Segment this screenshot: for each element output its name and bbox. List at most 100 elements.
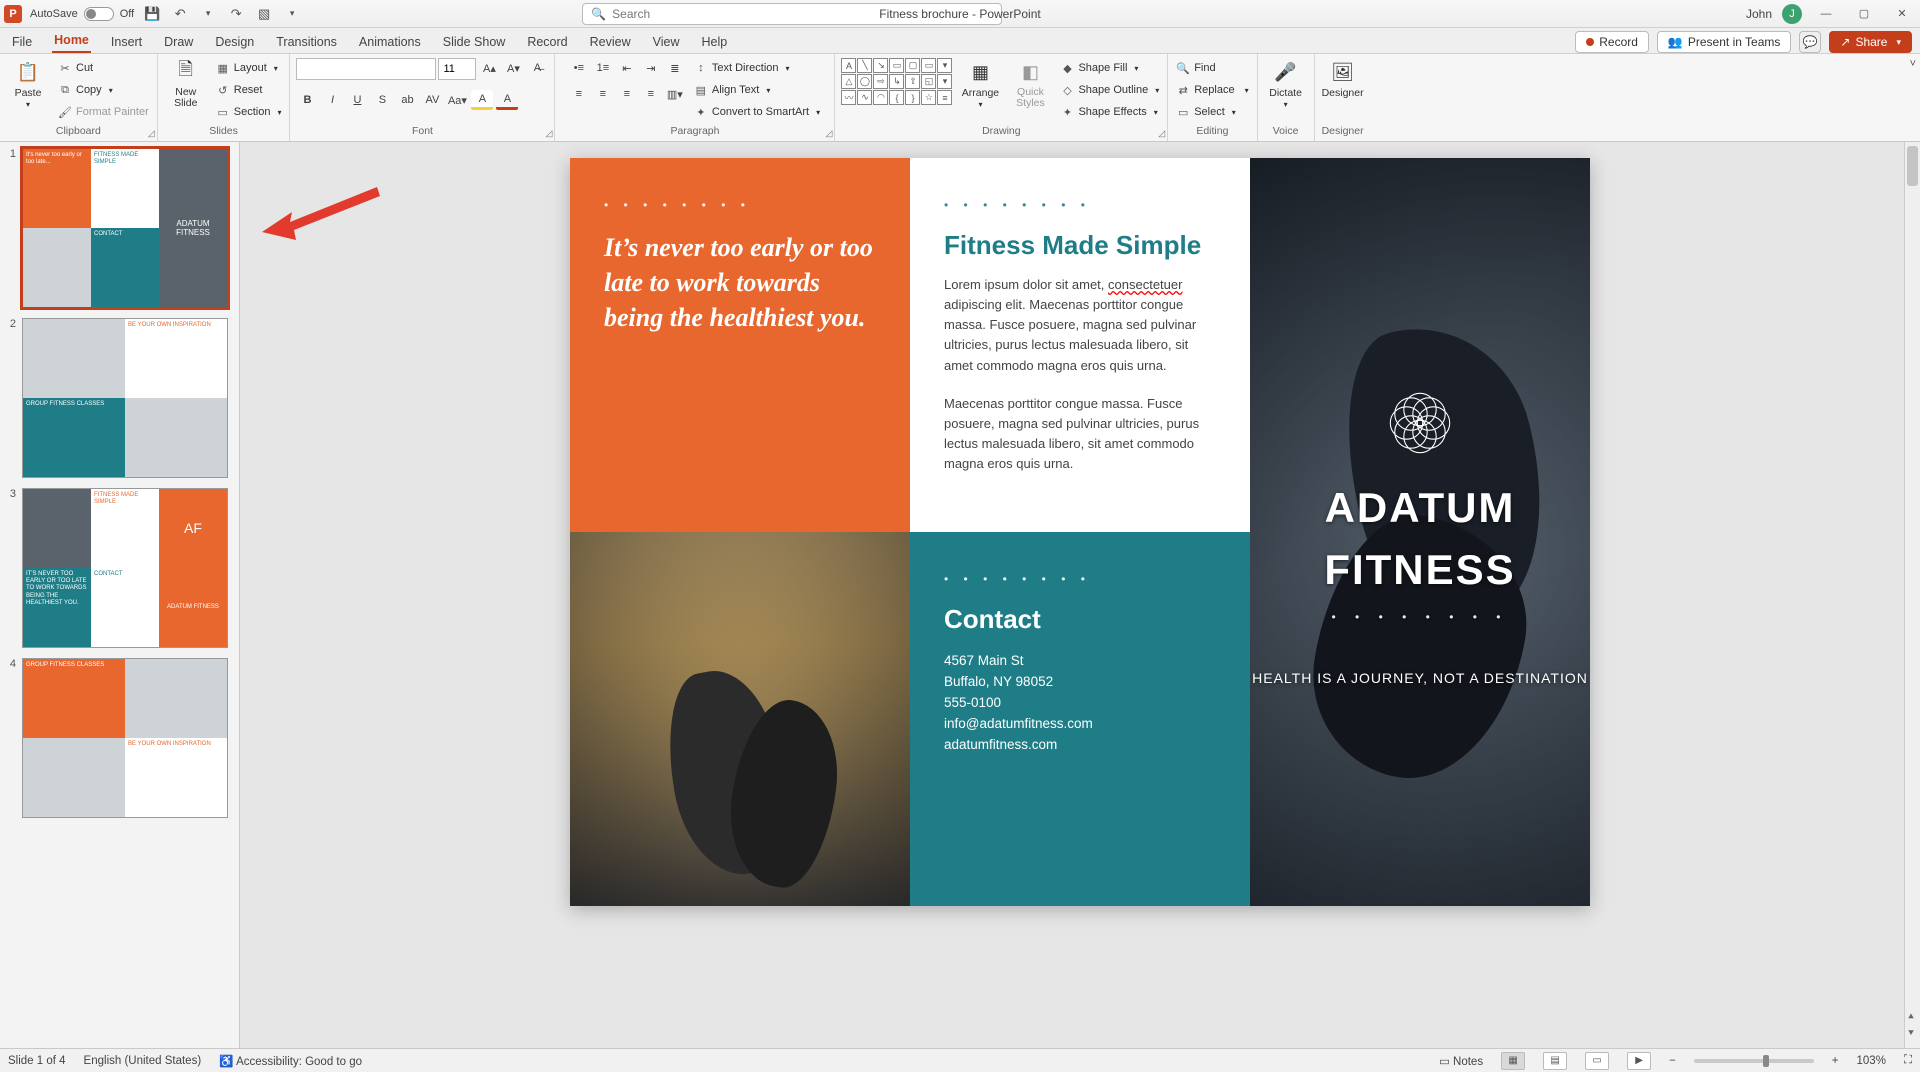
slide-thumbnail-2[interactable]: BE YOUR OWN INSPIRATION GROUP FITNESS CL… — [22, 318, 228, 478]
chevron-down-icon[interactable]: ▾ — [816, 108, 820, 117]
chevron-down-icon[interactable]: ▾ — [1896, 37, 1901, 48]
select-button[interactable]: ▭Select▾ — [1174, 102, 1250, 122]
tab-review[interactable]: Review — [588, 31, 633, 53]
slide-thumbnail-4[interactable]: GROUP FITNESS CLASSES BE YOUR OWN INSPIR… — [22, 658, 228, 818]
dialog-launcher-icon[interactable]: ◿ — [148, 128, 155, 139]
paste-button[interactable]: 📋 Paste ▾ — [6, 58, 50, 109]
minimize-icon[interactable]: — — [1812, 4, 1840, 24]
chevron-down-icon[interactable]: ▾ — [1232, 108, 1236, 117]
decrease-indent-button[interactable]: ⇤ — [616, 58, 638, 78]
comments-button[interactable]: 💬 — [1799, 31, 1821, 53]
dictate-button[interactable]: 🎤Dictate▾ — [1264, 58, 1308, 109]
chevron-down-icon[interactable]: ▾ — [1245, 86, 1249, 95]
font-color-button[interactable]: A — [496, 90, 518, 110]
present-in-teams-button[interactable]: 👥Present in Teams — [1657, 31, 1791, 53]
increase-indent-button[interactable]: ⇥ — [640, 58, 662, 78]
chevron-down-icon[interactable]: ▾ — [1154, 108, 1158, 117]
chevron-down-icon[interactable]: ▾ — [26, 100, 30, 109]
copy-button[interactable]: ⧉Copy▾ — [56, 80, 151, 100]
notes-button[interactable]: ▭ Notes — [1439, 1054, 1483, 1068]
shape-outline-button[interactable]: ◇Shape Outline▾ — [1058, 80, 1161, 100]
shape-more2-icon[interactable]: ▾ — [937, 74, 952, 89]
tab-animations[interactable]: Animations — [357, 31, 423, 53]
shape-more1-icon[interactable]: ▾ — [937, 58, 952, 73]
align-text-button[interactable]: ▤Align Text▾ — [692, 80, 822, 100]
redo-icon[interactable]: ↷ — [226, 4, 246, 24]
strikethrough-button[interactable]: ab — [396, 90, 418, 110]
char-spacing-button[interactable]: AV — [421, 90, 443, 110]
panel-orange-quote[interactable]: • • • • • • • • It’s never too early or … — [570, 158, 910, 532]
zoom-out-button[interactable]: − — [1669, 1055, 1676, 1067]
slide-thumbnail-1[interactable]: It's never too early or too late... FITN… — [22, 148, 228, 308]
shape-brace-l-icon[interactable]: { — [889, 90, 904, 105]
align-center-button[interactable]: ≡ — [592, 84, 614, 104]
shape-freeform-icon[interactable]: ∿ — [857, 90, 872, 105]
collapse-ribbon-icon[interactable]: ˅ — [1910, 58, 1916, 70]
increase-font-icon[interactable]: A▴ — [478, 58, 500, 78]
dialog-launcher-icon[interactable]: ◿ — [1158, 128, 1165, 139]
autosave-toggle[interactable]: AutoSave Off — [30, 7, 134, 21]
spelling-error-word[interactable]: consectetuer — [1108, 277, 1182, 292]
zoom-in-button[interactable]: + — [1832, 1055, 1839, 1067]
chevron-down-icon[interactable]: ▾ — [1284, 100, 1288, 109]
font-size-combo[interactable]: 11 — [438, 58, 476, 80]
decrease-font-icon[interactable]: A▾ — [502, 58, 524, 78]
chevron-down-icon[interactable]: ▾ — [277, 108, 281, 117]
vertical-scrollbar[interactable]: ⯅ ⯆ — [1904, 142, 1920, 1048]
shape-star-icon[interactable]: ☆ — [921, 90, 936, 105]
fit-to-window-button[interactable]: ⛶ — [1904, 1054, 1912, 1067]
shape-callout-icon[interactable]: ◱ — [921, 74, 936, 89]
next-slide-icon[interactable]: ⯆ — [1904, 1028, 1918, 1042]
toggle-switch-icon[interactable] — [84, 7, 114, 21]
chevron-down-icon[interactable]: ▾ — [766, 86, 770, 95]
dialog-launcher-icon[interactable]: ◿ — [546, 128, 553, 139]
highlight-button[interactable]: A — [471, 90, 493, 110]
reading-view-button[interactable]: ▭ — [1585, 1052, 1609, 1070]
user-avatar[interactable]: J — [1782, 4, 1802, 24]
text-direction-button[interactable]: ↕Text Direction▾ — [692, 58, 822, 78]
search-box[interactable]: 🔍 Search — [582, 3, 1002, 25]
panel-contact[interactable]: • • • • • • • • Contact 4567 Main St Buf… — [910, 532, 1250, 906]
designer-button[interactable]: 🖼Designer — [1321, 58, 1365, 99]
bold-button[interactable]: B — [296, 90, 318, 110]
slide-canvas[interactable]: • • • • • • • • It’s never too early or … — [570, 158, 1590, 906]
start-slideshow-icon[interactable]: ▧ — [254, 4, 274, 24]
save-icon[interactable]: 💾 — [142, 4, 162, 24]
shape-arrow-r-icon[interactable]: ⇨ — [873, 74, 888, 89]
tab-file[interactable]: File — [10, 31, 34, 53]
shape-line-icon[interactable]: ╲ — [857, 58, 872, 73]
shape-arrow-bent-icon[interactable]: ↳ — [889, 74, 904, 89]
tab-transitions[interactable]: Transitions — [274, 31, 339, 53]
language-status[interactable]: English (United States) — [84, 1055, 202, 1067]
shape-more3-icon[interactable]: ≡ — [937, 90, 952, 105]
columns-button[interactable]: ▥▾ — [664, 84, 686, 104]
record-button[interactable]: Record — [1575, 31, 1649, 53]
normal-view-button[interactable]: ▦ — [1501, 1052, 1525, 1070]
chevron-down-icon[interactable]: ▾ — [978, 100, 982, 109]
tab-help[interactable]: Help — [699, 31, 729, 53]
tab-view[interactable]: View — [651, 31, 682, 53]
numbering-button[interactable]: 1≡ — [592, 58, 614, 78]
shape-fill-button[interactable]: ◆Shape Fill▾ — [1058, 58, 1161, 78]
shape-brace-r-icon[interactable]: } — [905, 90, 920, 105]
share-button[interactable]: ↗Share▾ — [1829, 31, 1912, 53]
shadow-button[interactable]: S — [371, 90, 393, 110]
line-spacing-button[interactable]: ≣ — [664, 58, 686, 78]
chevron-down-icon[interactable]: ▾ — [274, 64, 278, 73]
qat-customize-icon[interactable]: ▾ — [282, 4, 302, 24]
user-name[interactable]: John — [1746, 7, 1772, 21]
shape-roundrect-icon[interactable]: ▢ — [905, 58, 920, 73]
slide-counter[interactable]: Slide 1 of 4 — [8, 1055, 66, 1067]
tab-draw[interactable]: Draw — [162, 31, 195, 53]
panel-cover-photo[interactable]: ADATUM FITNESS • • • • • • • • HEALTH IS… — [1250, 158, 1590, 906]
shape-triangle-icon[interactable]: △ — [841, 74, 856, 89]
font-name-combo[interactable] — [296, 58, 436, 80]
scrollbar-thumb[interactable] — [1907, 146, 1918, 186]
align-left-button[interactable]: ≡ — [568, 84, 590, 104]
slide-editor[interactable]: • • • • • • • • It’s never too early or … — [240, 142, 1920, 1048]
shape-effects-button[interactable]: ✦Shape Effects▾ — [1058, 102, 1161, 122]
change-case-button[interactable]: Aa▾ — [446, 90, 468, 110]
quick-styles-button[interactable]: ◧Quick Styles — [1008, 58, 1052, 109]
zoom-slider[interactable] — [1694, 1059, 1814, 1063]
slide-thumbnail-3[interactable]: FITNESS MADE SIMPLE AF IT'S NEVER TOO EA… — [22, 488, 228, 648]
